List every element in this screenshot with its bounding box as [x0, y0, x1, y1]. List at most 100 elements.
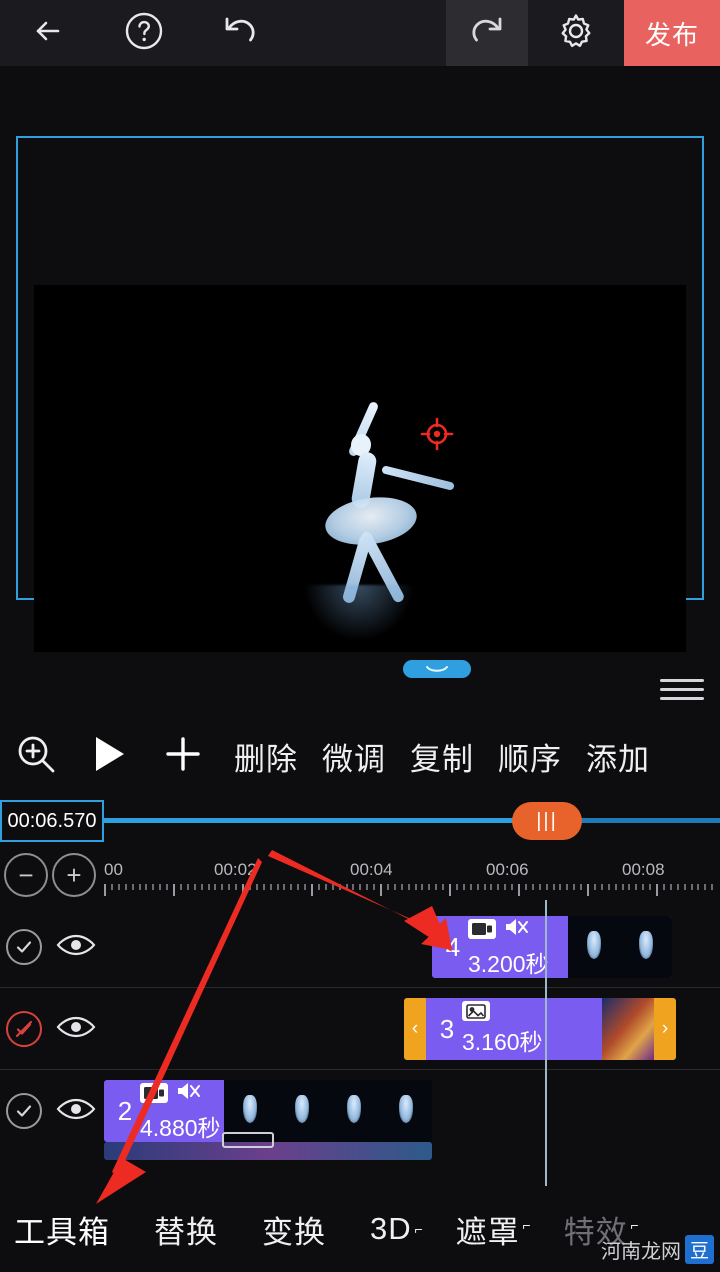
keyframe-marker[interactable] — [222, 1132, 274, 1148]
scrubber-knob[interactable]: ||| — [512, 802, 582, 840]
clip-4-duration: 3.200秒 — [468, 950, 549, 977]
publish-button[interactable]: 发布 — [624, 0, 720, 66]
zoom-in-icon — [14, 732, 58, 781]
settings-button[interactable] — [528, 0, 624, 66]
bottom-item-transform[interactable]: 变换 — [240, 1207, 348, 1252]
clip-4-body: 4 3.200秒 — [432, 916, 549, 978]
clip-3-right-handle[interactable]: › — [654, 998, 676, 1060]
track-3-eye-icon[interactable] — [56, 1096, 96, 1127]
timeline-track-2[interactable]: ‹ 3 3.160秒 › — [0, 988, 720, 1070]
clip-2-duration: 4.880秒 — [140, 1114, 221, 1141]
back-button[interactable] — [0, 0, 96, 66]
watermark-text: 河南龙网 — [600, 1241, 681, 1263]
track-2-controls — [0, 988, 104, 1070]
hamburger-icon[interactable] — [660, 674, 704, 704]
clip-3-thumbnails — [602, 998, 654, 1060]
bottom-item-3d-sup: ⌐ — [414, 1221, 424, 1237]
scrubber-progress — [104, 818, 518, 823]
bottom-item-3d[interactable]: 3D ⌐ — [348, 1211, 434, 1247]
bottom-item-3d-label: 3D — [370, 1211, 412, 1246]
thumbnail — [568, 916, 620, 978]
timeline-track-3[interactable]: 2 4.880秒 — [0, 1070, 720, 1160]
crosshair-icon[interactable] — [420, 417, 454, 451]
clip-3-duration: 3.160秒 — [462, 1029, 543, 1055]
arrow-left-icon — [28, 11, 68, 56]
edit-toolbar: 删除 微调 复制 顺序 添加 — [0, 716, 720, 796]
thumbnail — [620, 916, 672, 978]
timeline-ruler: 00 00:02 00:04 00:06 00:08 — [104, 858, 720, 900]
track-3-controls — [0, 1070, 104, 1152]
film-strip-icon — [140, 1083, 168, 1103]
watermark-chip: 豆 — [684, 1235, 714, 1264]
zoom-in-button[interactable] — [0, 732, 72, 781]
clip-2-meta: 4.880秒 — [140, 1080, 221, 1142]
question-circle-icon — [121, 8, 167, 59]
current-time-display: 00:06.570 — [0, 800, 104, 842]
timeline-track-1[interactable]: 4 3.200秒 — [0, 906, 720, 988]
bottom-item-replace-label: 替换 — [154, 1214, 218, 1250]
tool-add[interactable]: 添加 — [574, 734, 662, 779]
add-clip-button[interactable] — [144, 731, 222, 782]
timeline-clip-3[interactable]: ‹ 3 3.160秒 › — [404, 998, 676, 1060]
video-preview[interactable] — [34, 285, 686, 652]
thumbnail — [602, 998, 654, 1060]
track-1-controls — [0, 906, 104, 988]
bottom-item-replace[interactable]: 替换 — [132, 1207, 240, 1252]
timeline-zoom-in-button[interactable]: + — [52, 853, 96, 897]
scrubber-track[interactable] — [104, 818, 720, 823]
bottom-item-mask-label: 遮罩 — [455, 1214, 520, 1250]
image-icon — [462, 1001, 490, 1021]
mute-icon — [504, 916, 530, 943]
ruler-tick-4: 00:08 — [622, 860, 665, 879]
mute-icon — [176, 1080, 202, 1107]
clip-4-icons — [468, 916, 549, 943]
track-2-eye-icon[interactable] — [56, 1014, 96, 1045]
clip-3-meta: 3.160秒 — [462, 1001, 543, 1057]
track-1-check-icon[interactable] — [6, 929, 42, 965]
clip-3-body: 3 3.160秒 — [426, 998, 602, 1060]
clip-4-meta: 3.200秒 — [468, 916, 549, 978]
thumbnail — [276, 1080, 328, 1142]
thumbnail — [380, 1080, 432, 1142]
clip-2-icons — [140, 1080, 221, 1107]
bottom-item-effects-sup: ⌐ — [630, 1216, 640, 1233]
timeline-clip-4[interactable]: 4 3.200秒 — [432, 916, 672, 978]
watermark: 河南龙网 豆 — [601, 1235, 714, 1264]
film-strip-icon — [468, 919, 496, 939]
floor-reflection — [304, 585, 414, 641]
gear-icon — [553, 8, 599, 59]
track-3-check-icon[interactable] — [6, 1093, 42, 1129]
help-button[interactable] — [96, 0, 192, 66]
clip-4-thumbnails — [568, 916, 672, 978]
preview-area[interactable] — [0, 66, 720, 716]
timeline[interactable]: 00:06.570 ||| − + 00 00:02 00:04 00:06 0… — [0, 796, 720, 1186]
undo-icon — [217, 8, 263, 59]
ruler-tick-0: 00 — [104, 860, 123, 879]
play-button[interactable] — [72, 732, 144, 781]
tool-order[interactable]: 顺序 — [486, 734, 574, 779]
ruler-tick-2: 00:04 — [350, 860, 393, 879]
bottom-item-toolbox[interactable]: 工具箱 — [0, 1207, 132, 1252]
tool-copy[interactable]: 复制 — [398, 734, 486, 779]
redo-icon — [464, 8, 510, 59]
playhead — [545, 900, 547, 1186]
track-1-eye-icon[interactable] — [56, 932, 96, 963]
bottom-item-mask[interactable]: 遮罩 ⌐ — [434, 1207, 542, 1252]
ruler-tick-1: 00:02 — [214, 860, 257, 879]
redo-button[interactable] — [446, 0, 528, 66]
tool-fine-tune[interactable]: 微调 — [310, 734, 398, 779]
drag-handle-icon[interactable] — [403, 660, 471, 678]
timeline-zoom-out-button[interactable]: − — [4, 853, 48, 897]
track-2-check-icon[interactable] — [6, 1011, 42, 1047]
undo-button[interactable] — [192, 0, 288, 66]
bottom-item-toolbox-label: 工具箱 — [14, 1214, 110, 1250]
thumbnail — [328, 1080, 380, 1142]
tool-delete[interactable]: 删除 — [222, 734, 310, 779]
video-editor-app: 发布 删除 微调 复制 顺序 添加 00:06.570 ||| − + 00 0… — [0, 0, 720, 1272]
ruler-tick-3: 00:06 — [486, 860, 529, 879]
clip-3-left-handle[interactable]: ‹ — [404, 998, 426, 1060]
clip-3-number: 3 — [439, 1013, 455, 1044]
bottom-item-transform-label: 变换 — [262, 1214, 326, 1250]
clip-4-number: 4 — [445, 931, 461, 962]
bottom-item-mask-sup: ⌐ — [522, 1216, 532, 1233]
